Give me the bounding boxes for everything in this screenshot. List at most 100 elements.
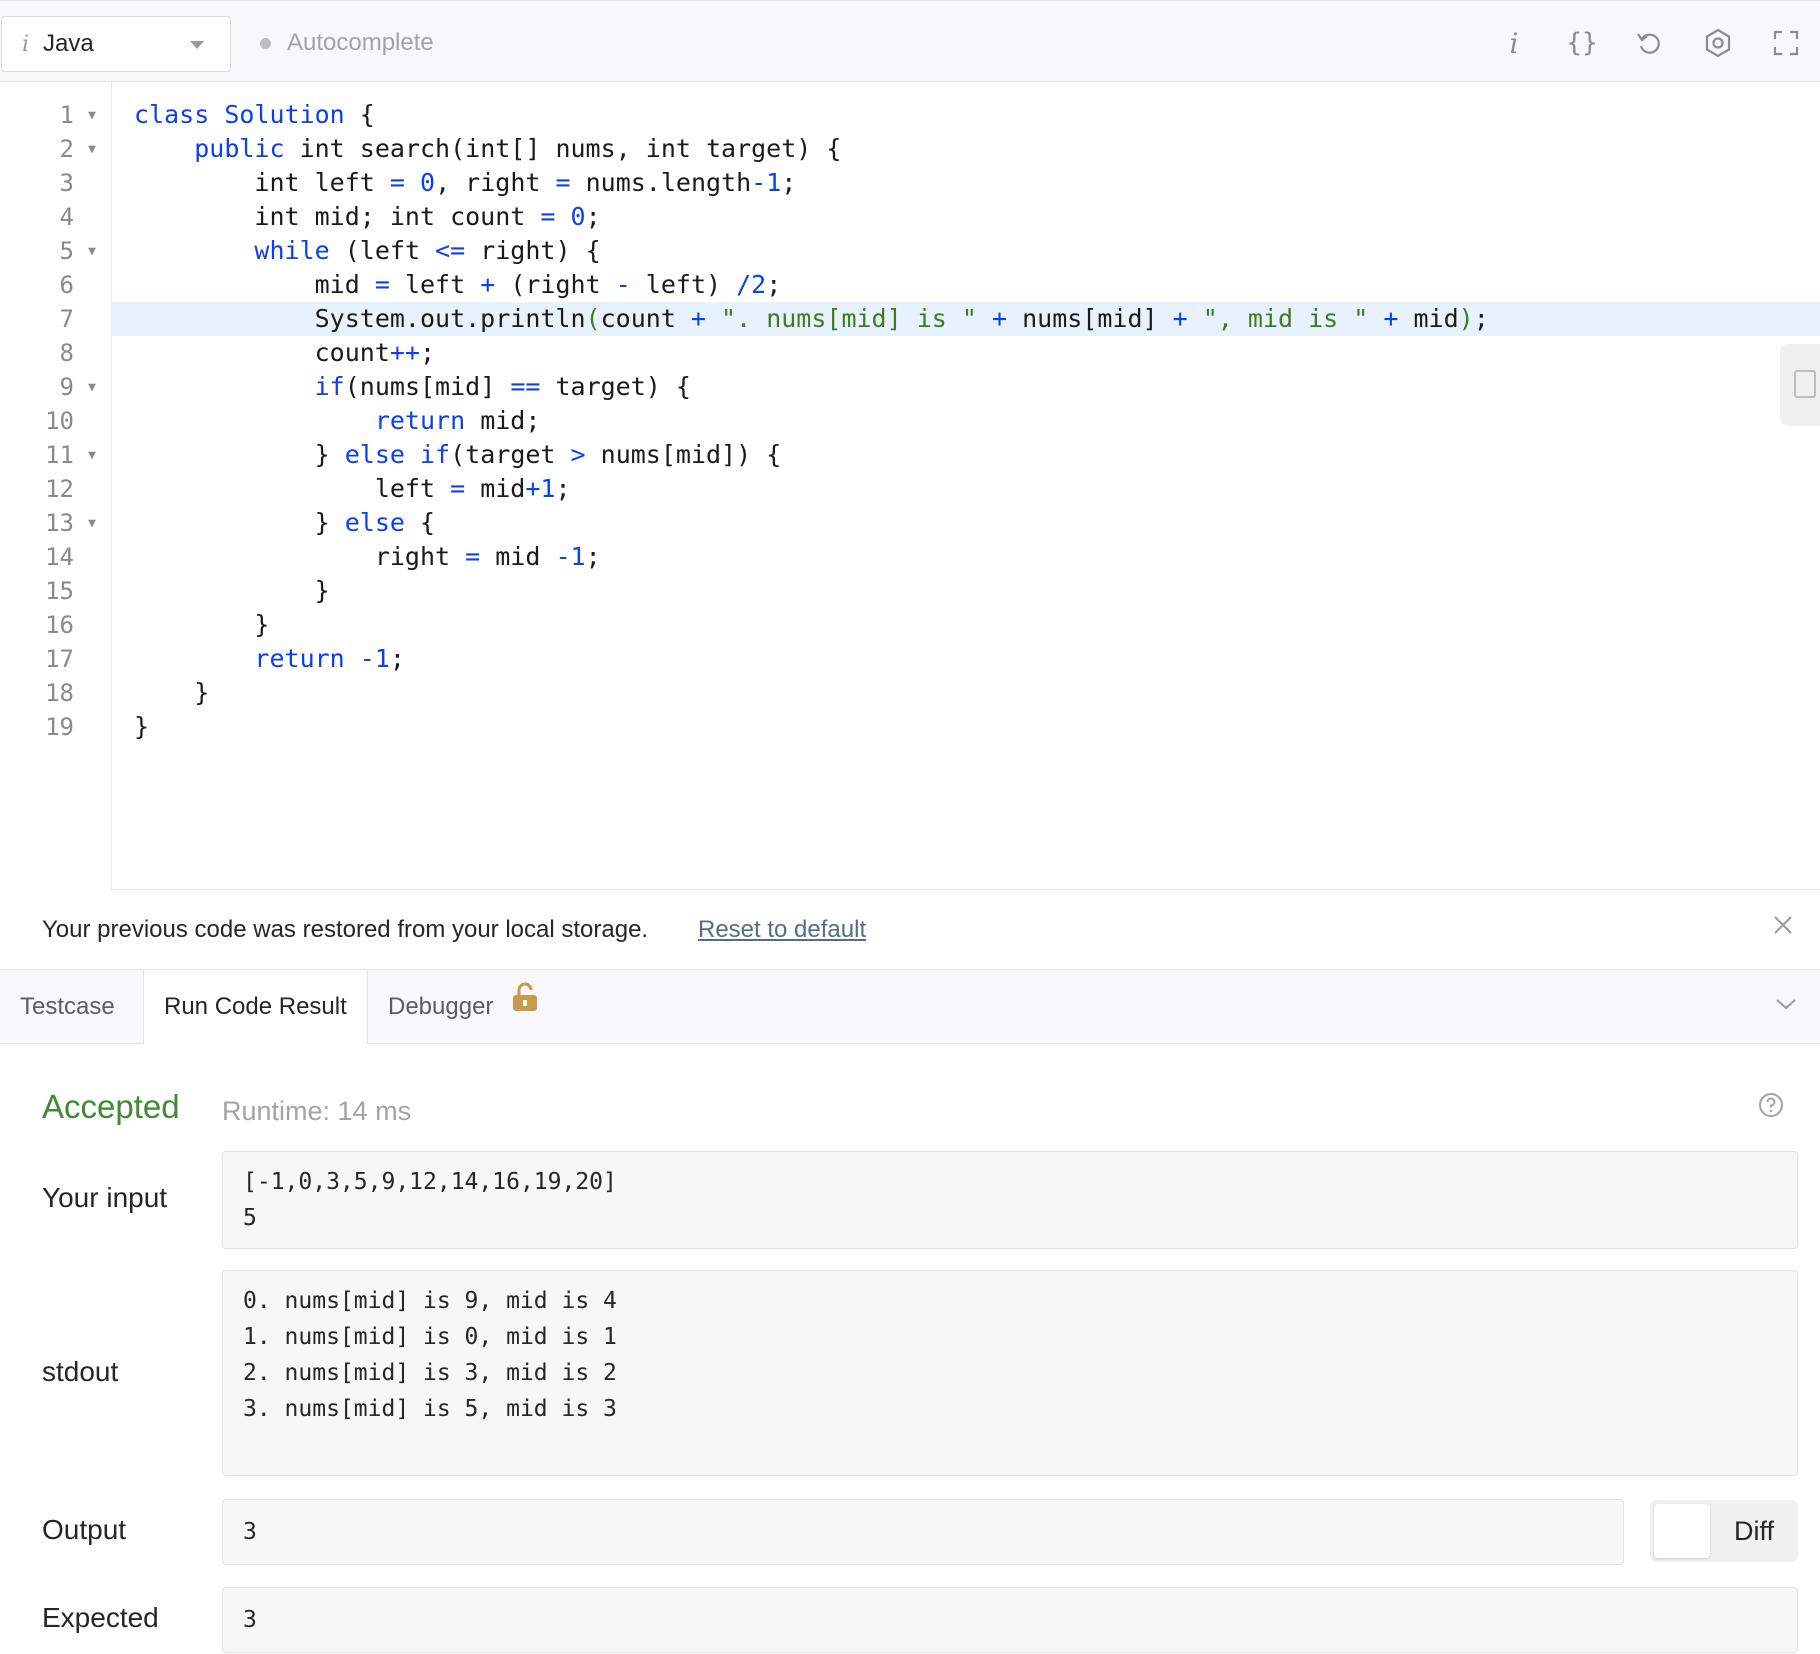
line-number: 6 <box>0 268 112 302</box>
code-text: right = mid -1; <box>134 540 601 574</box>
code-token: count <box>600 304 691 333</box>
chevron-down-icon <box>190 41 204 49</box>
code-token: - <box>555 542 571 571</box>
code-token: } <box>134 712 150 741</box>
fold-arrow-icon[interactable]: ▼ <box>88 439 96 473</box>
autocomplete-toggle[interactable]: Autocomplete <box>260 29 434 57</box>
fold-arrow-icon[interactable]: ▼ <box>88 507 96 541</box>
reset-icon[interactable] <box>1616 21 1684 65</box>
code-token: right <box>134 542 466 571</box>
code-line[interactable]: } <box>112 710 1820 744</box>
code-line[interactable]: count++; <box>112 336 1820 370</box>
code-line[interactable]: System.out.println(count + ". nums[mid] … <box>112 302 1820 336</box>
code-token: = <box>555 168 571 197</box>
code-line[interactable]: int mid; int count = 0; <box>112 200 1820 234</box>
format-braces-icon[interactable]: {} <box>1548 21 1616 65</box>
code-token: = <box>540 202 556 231</box>
gear-svg <box>1705 28 1731 58</box>
code-area[interactable]: class Solution { public int search(int[]… <box>112 82 1820 890</box>
side-panel-tab[interactable] <box>1780 344 1820 426</box>
code-line[interactable]: right = mid -1; <box>112 540 1820 574</box>
fold-arrow-icon[interactable]: ▼ <box>88 371 96 405</box>
line-number-text: 3 <box>59 169 74 197</box>
code-line[interactable]: left = mid+1; <box>112 472 1820 506</box>
code-line[interactable]: mid = left + (right - left) /2; <box>112 268 1820 302</box>
tab-run-code-result[interactable]: Run Code Result <box>143 970 368 1045</box>
code-token: } <box>134 508 345 537</box>
reset-to-default-link[interactable]: Reset to default <box>698 916 866 944</box>
code-token: ; <box>585 202 601 231</box>
stdout-box: 0. nums[mid] is 9, mid is 4 1. nums[mid]… <box>222 1270 1798 1476</box>
fold-arrow-icon[interactable]: ▼ <box>88 133 96 167</box>
tab-testcase[interactable]: Testcase <box>0 970 135 1044</box>
code-line[interactable]: } <box>112 574 1820 608</box>
fullscreen-icon[interactable] <box>1752 21 1820 65</box>
chevron-down-icon[interactable] <box>1774 996 1798 1017</box>
code-text: System.out.println(count + ". nums[mid] … <box>134 302 1489 336</box>
fold-arrow-icon[interactable]: ▼ <box>88 235 96 269</box>
line-number: 16 <box>0 608 112 642</box>
code-token: ; <box>555 474 571 503</box>
line-number-text: 16 <box>45 611 74 639</box>
diff-toggle[interactable]: Diff <box>1650 1500 1798 1562</box>
code-line[interactable]: int left = 0, right = nums.length-1; <box>112 166 1820 200</box>
code-token: + <box>480 270 496 299</box>
line-number-text: 8 <box>59 339 74 367</box>
result-status: Accepted <box>42 1088 180 1125</box>
code-token: - <box>615 270 631 299</box>
code-line[interactable]: } <box>112 676 1820 710</box>
run-result-panel: Accepted Runtime: 14 ms Your input [-1,0… <box>0 1044 1820 1654</box>
code-token: ; <box>1473 304 1489 333</box>
code-line[interactable]: return mid; <box>112 404 1820 438</box>
code-line[interactable]: class Solution { <box>112 98 1820 132</box>
tab-debugger[interactable]: Debugger <box>368 970 558 1044</box>
code-token: mid <box>134 270 375 299</box>
code-line[interactable]: while (left <= right) { <box>112 234 1820 268</box>
code-token: - <box>751 168 767 197</box>
code-token: target) { <box>540 372 691 401</box>
code-line[interactable]: if(nums[mid] == target) { <box>112 370 1820 404</box>
info-icon: i <box>22 31 30 57</box>
autocomplete-status-dot <box>260 37 271 49</box>
close-icon[interactable] <box>1772 914 1794 941</box>
code-token: == <box>510 372 541 401</box>
code-token: int mid; int count <box>134 202 541 231</box>
code-line[interactable]: public int search(int[] nums, int target… <box>112 132 1820 166</box>
code-text: return mid; <box>134 404 541 438</box>
code-line[interactable]: } else { <box>112 506 1820 540</box>
info-icon[interactable]: i <box>1480 21 1548 65</box>
code-token: - <box>359 644 375 673</box>
your-input-label: Your input <box>42 1182 168 1213</box>
help-icon[interactable] <box>1758 1092 1784 1123</box>
code-line[interactable]: } <box>112 608 1820 642</box>
input-line: [-1,0,3,5,9,12,14,16,19,20] <box>243 1169 617 1195</box>
code-token: (left <box>329 236 436 265</box>
diff-toggle-knob <box>1654 1504 1710 1558</box>
settings-icon[interactable] <box>1684 21 1752 65</box>
language-select[interactable]: i Java <box>1 16 231 72</box>
expected-value: 3 <box>243 1607 257 1633</box>
code-token: count <box>134 338 390 367</box>
fold-arrow-icon[interactable]: ▼ <box>88 99 96 133</box>
your-input-box: [-1,0,3,5,9,12,14,16,19,20] 5 <box>222 1151 1798 1249</box>
code-token: if <box>314 372 345 401</box>
code-token: = <box>465 542 481 571</box>
code-token: } <box>134 678 210 707</box>
code-token: 1 <box>766 168 782 197</box>
autocomplete-label: Autocomplete <box>287 29 434 56</box>
code-text: left = mid+1; <box>134 472 571 506</box>
code-line[interactable]: return -1; <box>112 642 1820 676</box>
code-line[interactable]: } else if(target > nums[mid]) { <box>112 438 1820 472</box>
code-token: nums[mid] <box>1007 304 1173 333</box>
code-text: } <box>134 710 149 744</box>
code-token: (nums[mid] <box>344 372 511 401</box>
stdout-line: 0. nums[mid] is 9, mid is 4 <box>243 1288 617 1314</box>
code-editor[interactable]: 1 ▼ 2 ▼ 3 4 5 ▼ 6 7 8 9 ▼ 10 11 ▼ 12 13 ▼ 14 15 16 17 18 19 clas… <box>0 82 1820 890</box>
